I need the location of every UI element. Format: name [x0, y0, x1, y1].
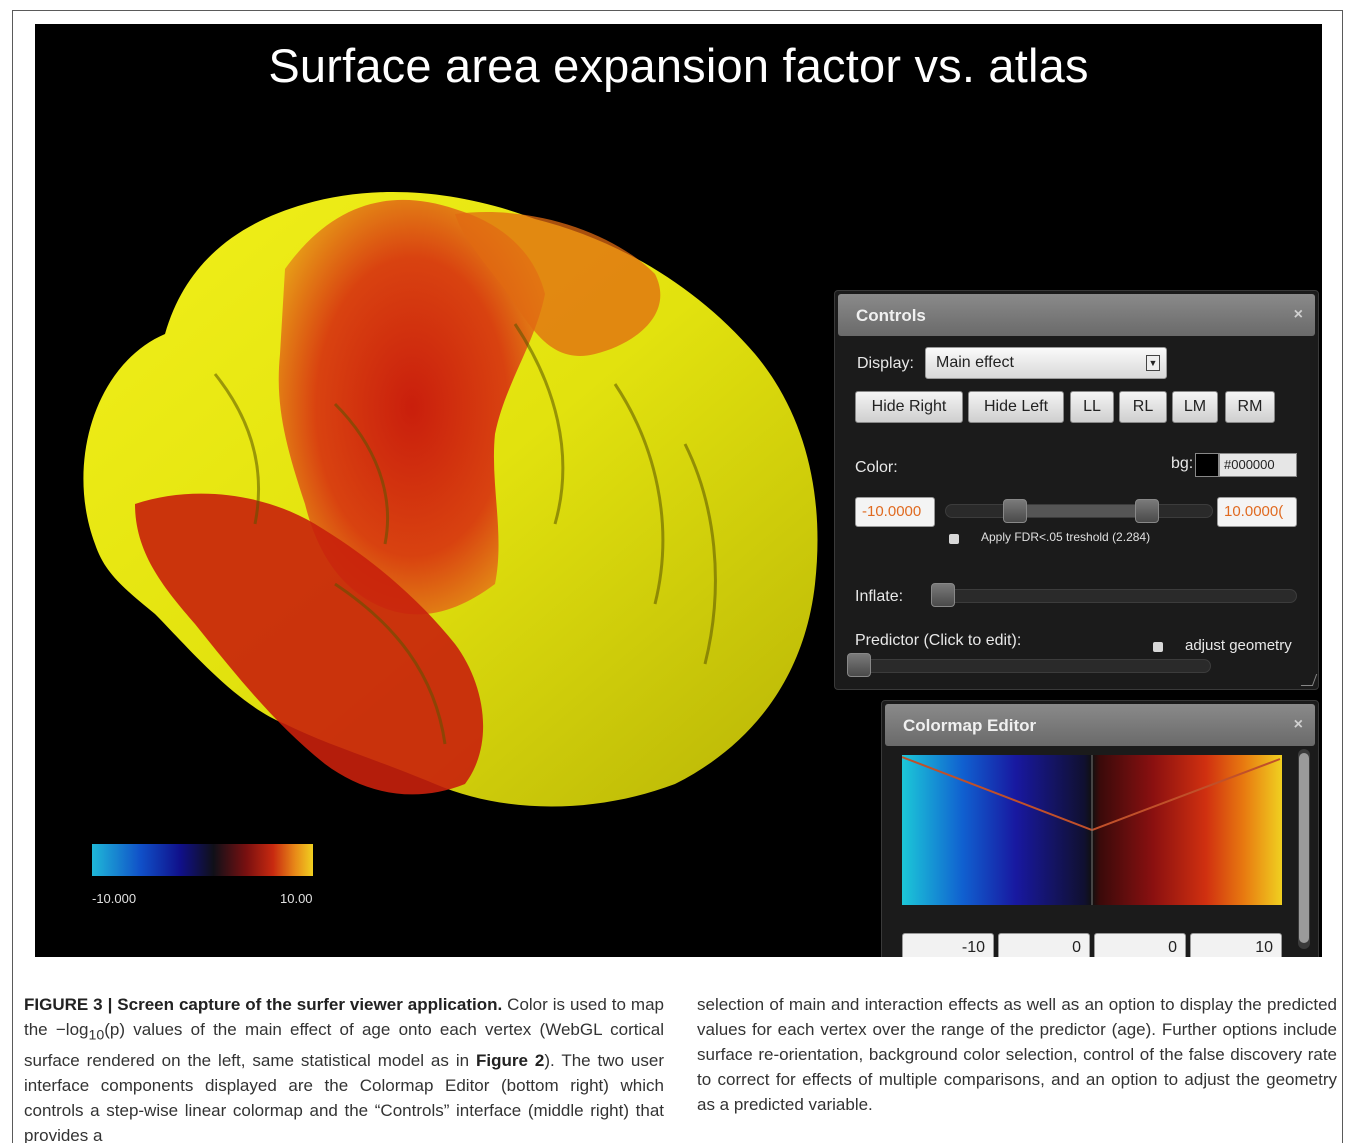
display-select[interactable]: Main effect ▼ — [925, 347, 1167, 379]
adjust-geometry-label: adjust geometry — [1185, 637, 1292, 654]
scrollbar-thumb[interactable] — [1299, 753, 1309, 943]
controls-panel: Controls × Display: Main effect ▼ Hide R… — [834, 290, 1319, 690]
fdr-label: Apply FDR<.05 treshold (2.284) — [981, 530, 1151, 544]
slider-range-fill — [1016, 505, 1148, 517]
range-max-handle[interactable] — [1135, 499, 1159, 523]
resize-handle[interactable] — [1300, 674, 1318, 686]
close-icon[interactable]: × — [1294, 306, 1303, 324]
inflate-label: Inflate: — [855, 588, 904, 605]
colorbar-legend — [92, 844, 313, 876]
close-icon[interactable]: × — [1294, 716, 1303, 734]
view-rl-button[interactable]: RL — [1119, 391, 1167, 423]
range-min-input[interactable]: -10.0000 — [855, 497, 935, 527]
bg-color-swatch[interactable] — [1195, 453, 1219, 477]
hide-left-button[interactable]: Hide Left — [968, 391, 1064, 423]
colormap-stop-field[interactable]: 0 — [1094, 933, 1186, 957]
inflate-slider[interactable] — [931, 589, 1297, 603]
chevron-down-icon: ▼ — [1146, 355, 1160, 371]
range-min-handle[interactable] — [1003, 499, 1027, 523]
webgl-viewer[interactable]: Surface area expansion factor vs. atlas … — [35, 24, 1322, 957]
view-ll-button[interactable]: LL — [1070, 391, 1114, 423]
fdr-checkbox[interactable] — [949, 534, 959, 544]
controls-title: Controls — [856, 306, 926, 325]
colormap-editor-header[interactable]: Colormap Editor × — [885, 704, 1315, 746]
figure-caption-right: selection of main and interaction effect… — [697, 995, 1337, 1114]
range-max-input[interactable]: 10.0000( — [1217, 497, 1297, 527]
colormap-editor-panel: Colormap Editor × -10 0 0 10 — [881, 700, 1319, 957]
colormap-editor-title: Colormap Editor — [903, 716, 1037, 735]
legend-min-label: -10.000 — [92, 891, 137, 906]
colormap-canvas[interactable] — [901, 755, 1282, 905]
colormap-scrollbar[interactable] — [1298, 749, 1310, 949]
predictor-handle[interactable] — [847, 653, 871, 677]
caption-subscript: 10 — [88, 1027, 105, 1044]
view-lm-button[interactable]: LM — [1172, 391, 1218, 423]
colormap-curve[interactable] — [901, 755, 1282, 905]
adjust-geometry-checkbox[interactable] — [1153, 642, 1163, 652]
legend-max-label: 10.00 — [280, 891, 313, 906]
colormap-stop-field[interactable]: 0 — [998, 933, 1090, 957]
color-label: Color: — [855, 459, 898, 476]
display-label: Display: — [857, 355, 914, 372]
display-value: Main effect — [936, 354, 1014, 371]
colormap-stop-field[interactable]: -10 — [902, 933, 994, 957]
predictor-slider[interactable] — [847, 659, 1211, 673]
figure-label: FIGURE 3 | Screen capture of the surfer … — [24, 995, 503, 1014]
bg-color-input[interactable]: #000000 — [1219, 453, 1297, 477]
hide-right-button[interactable]: Hide Right — [855, 391, 963, 423]
color-range-slider[interactable] — [945, 504, 1213, 518]
figure-caption-left: FIGURE 3 | Screen capture of the surfer … — [24, 992, 664, 1143]
view-rm-button[interactable]: RM — [1225, 391, 1275, 423]
viewer-title: Surface area expansion factor vs. atlas — [268, 39, 1089, 92]
figure-2-ref: Figure 2 — [475, 1051, 545, 1071]
colormap-stop-field[interactable]: 10 — [1190, 933, 1282, 957]
predictor-label[interactable]: Predictor (Click to edit): — [855, 632, 1021, 650]
inflate-handle[interactable] — [931, 583, 955, 607]
bg-label: bg: — [1171, 455, 1194, 472]
controls-header[interactable]: Controls × — [838, 294, 1315, 336]
